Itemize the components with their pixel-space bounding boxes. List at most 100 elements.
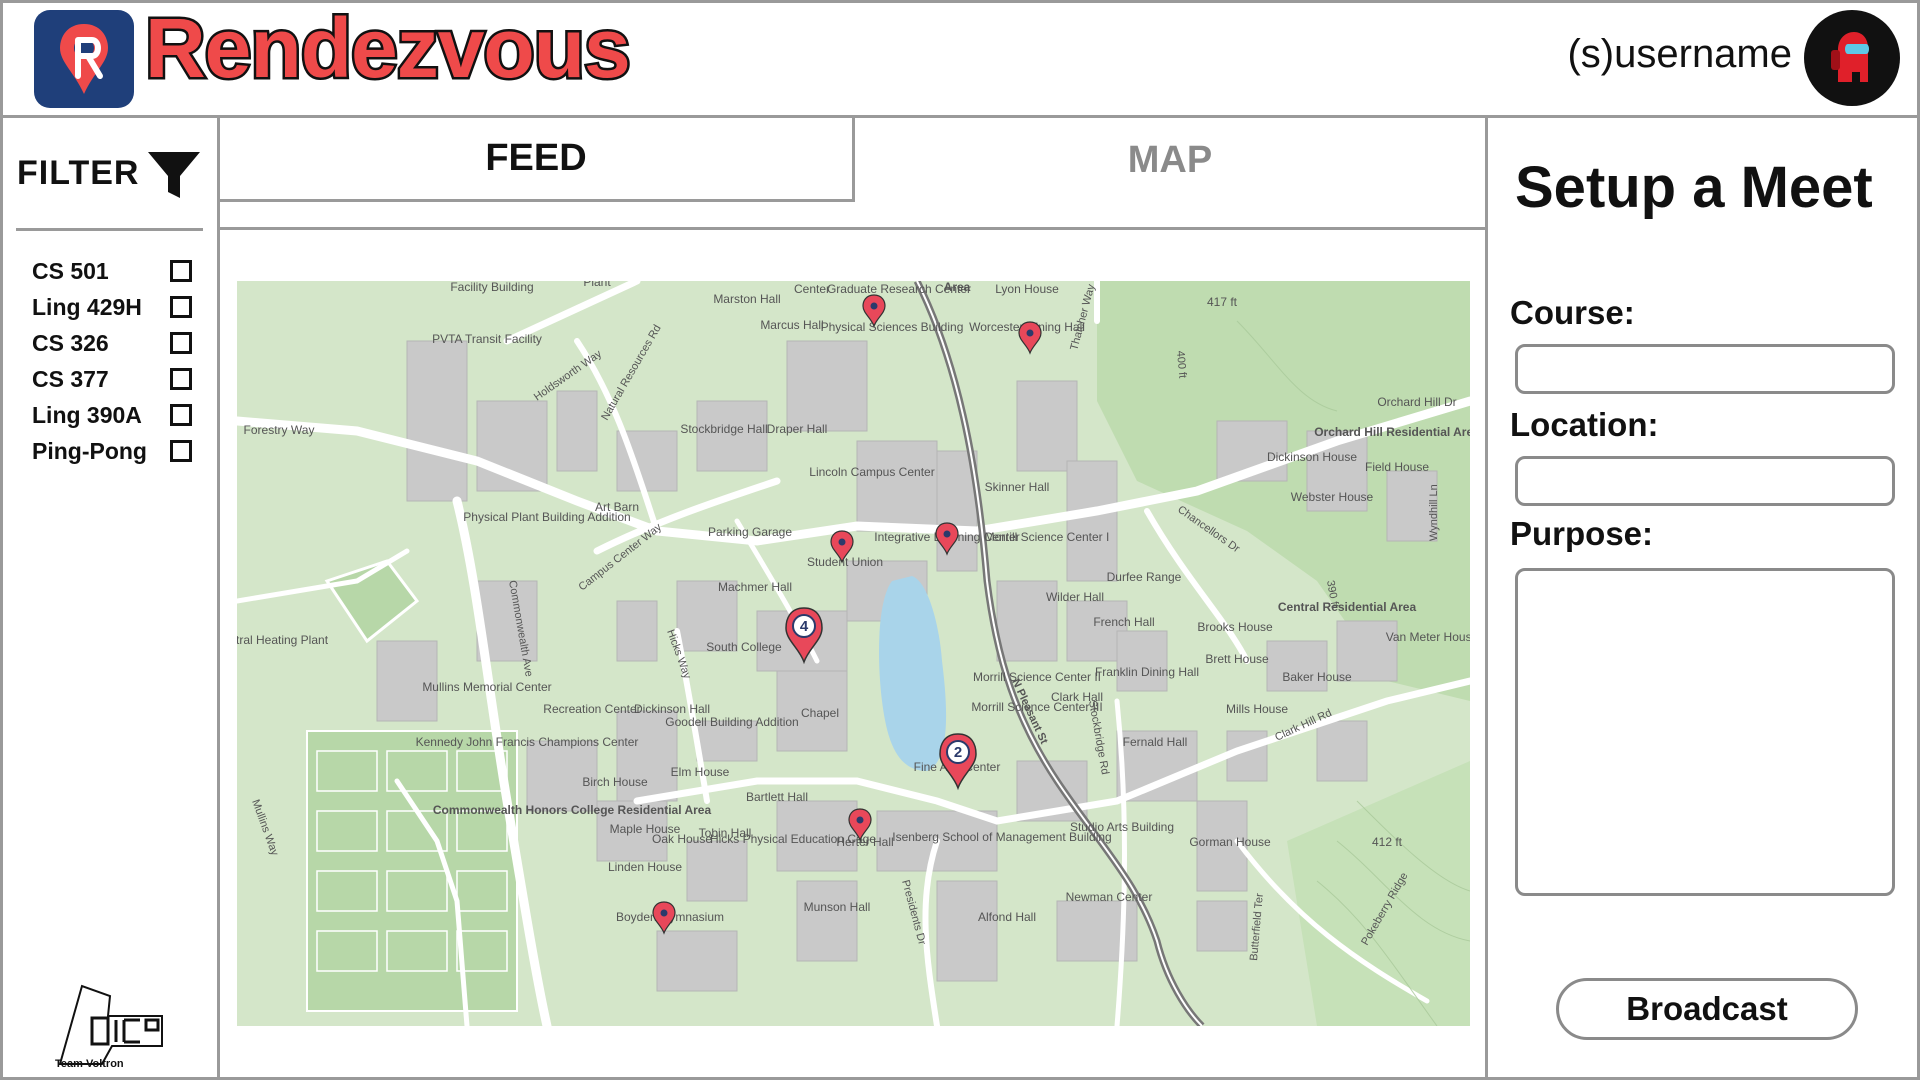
map-label: PVTA Transit Facility	[432, 332, 542, 346]
map-label: Linden House	[608, 860, 682, 874]
content-divider	[220, 227, 1485, 230]
map-label: Dickinson Hall	[634, 702, 710, 716]
campus-map-canvas: Facility Building PVTA Transit Facility …	[237, 281, 1470, 1026]
map-label: Lincoln Campus Center	[809, 465, 934, 479]
marker-count: 4	[800, 618, 809, 635]
tab-map[interactable]: MAP	[855, 118, 1485, 202]
map-label: Orchard Hill Residential Area	[1314, 425, 1470, 439]
funnel-icon[interactable]	[146, 148, 202, 204]
map-label: Skinner Hall	[985, 480, 1050, 494]
filter-checkbox[interactable]	[170, 296, 192, 318]
filter-item-label: Ling 429H	[32, 293, 142, 320]
username-label[interactable]: (s)username	[1567, 32, 1792, 77]
map-label: Marston Hall	[713, 292, 780, 306]
filter-item-label: CS 377	[32, 365, 109, 392]
filter-item[interactable]: Ping-Pong	[32, 433, 192, 469]
filter-item-label: CS 501	[32, 257, 109, 284]
map-label: Forestry Way	[244, 423, 315, 437]
map-label: Plant	[583, 281, 611, 289]
course-label: Course:	[1510, 294, 1635, 331]
map-label: Goodell Building Addition	[665, 715, 798, 729]
map-label: Art Barn	[595, 500, 639, 514]
map-label: Baker House	[1282, 670, 1352, 684]
map-label: Wyndhill Ln	[1428, 484, 1440, 541]
map-label: Center	[794, 282, 830, 296]
map-label: Graduate Research Center	[827, 282, 971, 296]
course-input[interactable]	[1515, 344, 1895, 394]
tab-feed[interactable]: FEED	[220, 118, 855, 202]
team-label: Team Voltron	[55, 1058, 124, 1070]
map-label: Physical Sciences Building	[821, 320, 964, 334]
map-label: Fernald Hall	[1123, 735, 1188, 749]
filter-panel: FILTER CS 501 Ling 429H CS 326 CS 377 Li…	[0, 118, 220, 1080]
filter-list: CS 501 Ling 429H CS 326 CS 377 Ling 390A…	[32, 253, 192, 469]
map-label: Alfond Hall	[978, 910, 1036, 924]
map-label: Central Heating Plant	[237, 633, 329, 647]
crewmate-avatar-icon	[1831, 32, 1869, 82]
setup-panel: Setup a Meet Course: Location: Purpose: …	[1485, 118, 1920, 1080]
campus-map[interactable]: Facility Building PVTA Transit Facility …	[237, 281, 1470, 1026]
map-label: 400 ft	[1174, 350, 1188, 378]
map-label: Recreation Center	[543, 702, 640, 716]
filter-item-label: Ping-Pong	[32, 437, 147, 464]
app-logo-icon	[60, 24, 108, 94]
map-label: Dickinson House	[1267, 450, 1357, 464]
map-label: Morrill Science Center II	[973, 670, 1101, 684]
map-label: Van Meter House	[1386, 630, 1470, 644]
map-label: Elm House	[671, 765, 730, 779]
map-label: Lyon House	[995, 282, 1059, 296]
map-label: Studio Arts Building	[1070, 820, 1174, 834]
map-label: Munson Hall	[804, 900, 871, 914]
map-label: Chapel	[801, 706, 839, 720]
map-label: Mullins Memorial Center	[422, 680, 551, 694]
filter-item-label: CS 326	[32, 329, 109, 356]
map-label: Bartlett Hall	[746, 790, 808, 804]
avatar[interactable]	[1804, 10, 1900, 106]
map-label: Draper Hall	[767, 422, 828, 436]
map-label: Kennedy John Francis Champions Center	[416, 735, 639, 749]
map-label: Facility Building	[450, 281, 533, 294]
map-label: South College	[706, 640, 782, 654]
broadcast-button[interactable]: Broadcast	[1556, 978, 1858, 1040]
filter-title: FILTER	[17, 154, 140, 192]
app-title: Rendezvous	[143, 1, 634, 95]
map-label: 412 ft	[1372, 835, 1403, 849]
filter-item[interactable]: Ling 429H	[32, 289, 192, 325]
map-label: Parking Garage	[708, 525, 792, 539]
filter-checkbox[interactable]	[170, 404, 192, 426]
purpose-textarea[interactable]	[1515, 568, 1895, 896]
filter-checkbox[interactable]	[170, 440, 192, 462]
map-label: Franklin Dining Hall	[1095, 665, 1199, 679]
map-label: Webster House	[1291, 490, 1374, 504]
filter-item[interactable]: Ling 390A	[32, 397, 192, 433]
filter-checkbox[interactable]	[170, 260, 192, 282]
map-label: Orchard Hill Dr	[1377, 395, 1456, 409]
map-label: Mills House	[1226, 702, 1288, 716]
header: Rendezvous (s)username	[0, 0, 1920, 118]
map-label: Newman Center	[1066, 890, 1153, 904]
purpose-label: Purpose:	[1510, 515, 1654, 552]
map-label: Marcus Hall	[760, 318, 823, 332]
location-input[interactable]	[1515, 456, 1895, 506]
filter-item[interactable]: CS 377	[32, 361, 192, 397]
map-label: Durfee Range	[1107, 570, 1182, 584]
map-label: Brett House	[1205, 652, 1269, 666]
map-label: Morrill Science Center I	[985, 530, 1110, 544]
map-label: Brooks House	[1197, 620, 1273, 634]
map-label: Birch House	[582, 775, 648, 789]
marker-count: 2	[954, 744, 962, 761]
filter-item[interactable]: CS 501	[32, 253, 192, 289]
filter-checkbox[interactable]	[170, 368, 192, 390]
map-label: Field House	[1365, 460, 1429, 474]
filter-item-label: Ling 390A	[32, 401, 142, 428]
map-label: Gorman House	[1189, 835, 1271, 849]
map-label: Commonwealth Honors College Residential …	[433, 803, 712, 817]
map-label: Stockbridge Hall	[680, 422, 767, 436]
filter-checkbox[interactable]	[170, 332, 192, 354]
map-label: Wilder Hall	[1046, 590, 1104, 604]
map-label: Central Residential Area	[1278, 600, 1417, 614]
map-label: French Hall	[1093, 615, 1154, 629]
filter-item[interactable]: CS 326	[32, 325, 192, 361]
map-label: 417 ft	[1207, 295, 1238, 309]
map-label: Herter Hall	[836, 835, 893, 849]
